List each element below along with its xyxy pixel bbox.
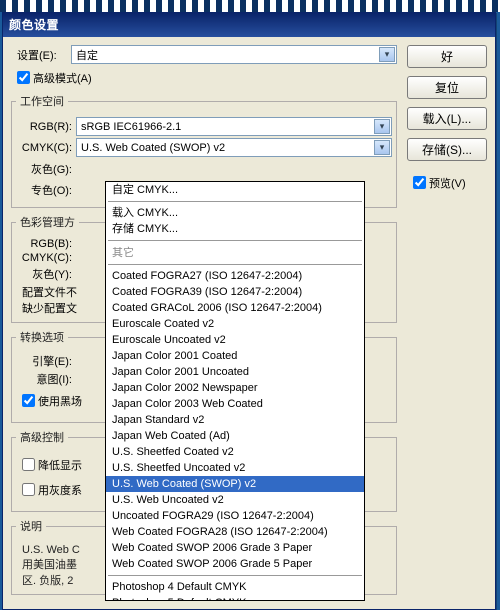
convert-legend: 转换选项 (16, 329, 68, 345)
dropdown-item[interactable]: Euroscale Uncoated v2 (106, 332, 364, 348)
desat-input[interactable] (22, 458, 35, 471)
dropdown-item[interactable]: Photoshop 4 Default CMYK (106, 579, 364, 595)
cmyk-dropdown-list[interactable]: 自定 CMYK... 载入 CMYK...存储 CMYK... 其它 Coated F… (105, 181, 365, 601)
dropdown-item[interactable]: Japan Color 2001 Uncoated (106, 364, 364, 380)
rgb-combo[interactable]: sRGB IEC61966-2.1 (76, 117, 392, 136)
reset-button[interactable]: 复位 (407, 76, 487, 99)
dropdown-item[interactable]: U.S. Web Coated (SWOP) v2 (106, 476, 364, 492)
dropdown-item[interactable]: 载入 CMYK... (106, 205, 364, 221)
chevron-down-icon[interactable] (379, 47, 395, 62)
grayblend-input[interactable] (22, 483, 35, 496)
cm-gray-label: 灰色(Y): (16, 266, 76, 282)
adv-ctrl-legend: 高级控制 (16, 429, 68, 445)
engine-label: 引擎(E): (16, 353, 76, 369)
description-legend: 说明 (16, 518, 46, 534)
grayblend-label: 用灰度系 (38, 482, 82, 498)
dropdown-item[interactable]: Coated FOGRA27 (ISO 12647-2:2004) (106, 268, 364, 284)
dropdown-item[interactable]: Japan Standard v2 (106, 412, 364, 428)
advanced-mode-label: 高级模式(A) (33, 70, 92, 86)
rgb-label: RGB(R): (16, 121, 76, 133)
dropdown-separator (108, 201, 362, 202)
color-mgmt-legend: 色彩管理方 (16, 214, 79, 230)
dropdown-item[interactable]: Japan Color 2003 Web Coated (106, 396, 364, 412)
chevron-down-icon[interactable] (374, 140, 390, 155)
dropdown-separator (108, 575, 362, 576)
desat-label: 降低显示 (38, 457, 82, 473)
dropdown-item[interactable]: Euroscale Coated v2 (106, 316, 364, 332)
dropdown-item[interactable]: U.S. Web Uncoated v2 (106, 492, 364, 508)
dialog-title: 颜色设置 (3, 13, 495, 37)
load-button[interactable]: 载入(L)... (407, 107, 487, 130)
dropdown-item[interactable]: Japan Color 2002 Newspaper (106, 380, 364, 396)
advanced-mode-checkbox[interactable]: 高级模式(A) (13, 68, 397, 87)
dropdown-item[interactable]: 存储 CMYK... (106, 221, 364, 237)
spot-label: 专色(O): (16, 182, 76, 198)
workspace-legend: 工作空间 (16, 93, 68, 109)
dropdown-item[interactable]: Japan Web Coated (Ad) (106, 428, 364, 444)
rgb-value: sRGB IEC61966-2.1 (81, 121, 181, 133)
dropdown-item[interactable]: 自定 CMYK... (106, 182, 364, 198)
dropdown-item[interactable]: Web Coated SWOP 2006 Grade 3 Paper (106, 540, 364, 556)
cmyk-label: CMYK(C): (16, 142, 76, 154)
dropdown-item[interactable]: Uncoated FOGRA29 (ISO 12647-2:2004) (106, 508, 364, 524)
black-label: 使用黑场 (38, 393, 82, 409)
color-settings-dialog: 颜色设置 设置(E): 自定 高级模式(A) 工作空间 RGB(R): sRG (2, 12, 496, 610)
gray-label: 灰色(G): (16, 161, 76, 177)
settings-value: 自定 (76, 47, 98, 63)
dropdown-item[interactable]: Coated FOGRA39 (ISO 12647-2:2004) (106, 284, 364, 300)
preview-checkbox[interactable]: 预览(V) (409, 173, 487, 192)
dropdown-separator (108, 240, 362, 241)
dropdown-item[interactable]: U.S. Sheetfed Uncoated v2 (106, 460, 364, 476)
preview-label: 预览(V) (429, 175, 466, 191)
advanced-mode-input[interactable] (17, 71, 30, 84)
cmyk-combo[interactable]: U.S. Web Coated (SWOP) v2 (76, 138, 392, 157)
ok-button[interactable]: 好 (407, 45, 487, 68)
intent-label: 意图(I): (16, 371, 76, 387)
cmyk-value: U.S. Web Coated (SWOP) v2 (81, 142, 225, 154)
dropdown-item: 其它 (106, 245, 364, 261)
settings-label: 设置(E): (11, 47, 71, 63)
dropdown-item[interactable]: Web Coated FOGRA28 (ISO 12647-2:2004) (106, 524, 364, 540)
preview-input[interactable] (413, 176, 426, 189)
dropdown-item[interactable]: Japan Color 2001 Coated (106, 348, 364, 364)
dropdown-item[interactable]: Coated GRACoL 2006 (ISO 12647-2:2004) (106, 300, 364, 316)
dropdown-item[interactable]: U.S. Sheetfed Coated v2 (106, 444, 364, 460)
save-button[interactable]: 存储(S)... (407, 138, 487, 161)
dropdown-item[interactable]: Photoshop 5 Default CMYK (106, 595, 364, 601)
cm-cmyk-label: CMYK(C): (16, 252, 76, 264)
cm-rgb-label: RGB(B): (16, 238, 76, 250)
settings-combo[interactable]: 自定 (71, 45, 397, 64)
chevron-down-icon[interactable] (374, 119, 390, 134)
dropdown-separator (108, 264, 362, 265)
dropdown-item[interactable]: Web Coated SWOP 2006 Grade 5 Paper (106, 556, 364, 572)
black-input[interactable] (22, 394, 35, 407)
